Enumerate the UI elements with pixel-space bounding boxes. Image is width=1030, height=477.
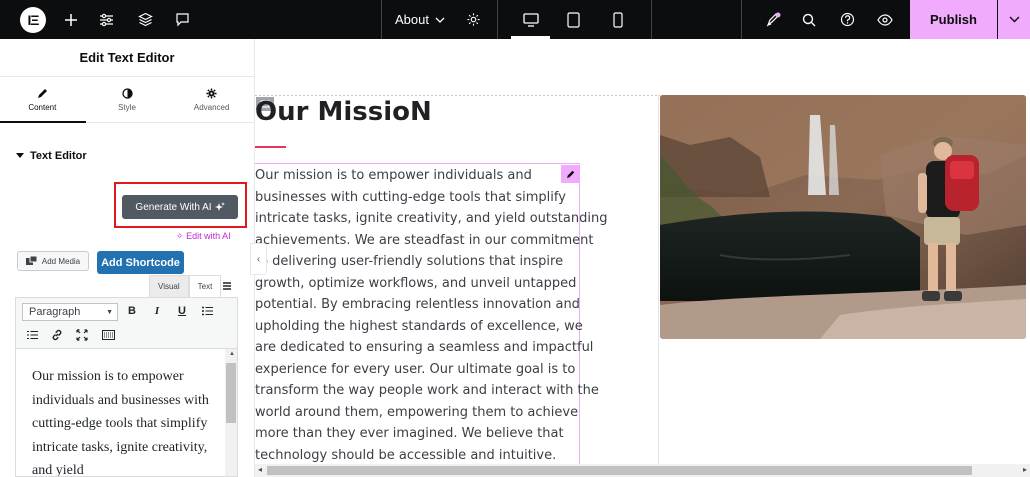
- mission-text-line: Our mission is to empower individuals an…: [255, 168, 532, 183]
- mission-text-line: transform the way people work and intera…: [255, 383, 599, 398]
- mission-text-line: businesses with cutting-edge tools that …: [255, 189, 566, 205]
- column-guide: [658, 95, 659, 477]
- bold-button[interactable]: B: [124, 303, 140, 319]
- comments-icon[interactable]: [171, 0, 193, 39]
- mission-text-line: potential. By embracing relentless innov…: [255, 297, 580, 312]
- generate-ai-label: Generate With AI: [135, 201, 212, 213]
- divider: [497, 0, 498, 39]
- editor-toolbar: Paragraph ▼ B I U: [15, 297, 238, 349]
- edit-with-ai-link[interactable]: ✧ Edit with AI: [176, 231, 231, 242]
- section-title: Text Editor: [30, 150, 87, 162]
- generate-with-ai-button[interactable]: Generate With AI: [122, 195, 238, 219]
- mission-heading[interactable]: Our MissioN: [255, 97, 432, 127]
- editor-mode-tabs: Visual Text: [149, 275, 222, 297]
- numbered-list-icon[interactable]: [24, 327, 40, 343]
- contrast-icon: [121, 87, 133, 99]
- divider: [651, 0, 652, 39]
- add-element-icon[interactable]: [60, 0, 82, 39]
- caret-down-icon: [16, 153, 24, 158]
- notifications-rocket-icon[interactable]: [762, 0, 784, 39]
- caret-down-icon: ▼: [106, 309, 113, 316]
- preview-eye-icon[interactable]: [874, 0, 896, 39]
- scroll-left-icon[interactable]: ◂: [258, 465, 262, 474]
- tab-style[interactable]: Style: [85, 77, 170, 122]
- structure-layers-icon[interactable]: [134, 0, 156, 39]
- help-icon[interactable]: [836, 0, 858, 39]
- tab-content[interactable]: Content: [0, 77, 85, 122]
- tablet-view-icon[interactable]: [562, 0, 584, 39]
- page-selector[interactable]: About: [395, 0, 445, 39]
- panel-title: Edit Text Editor: [0, 39, 254, 77]
- media-icon: [25, 256, 38, 265]
- bullet-list-icon[interactable]: [199, 303, 215, 319]
- chevron-down-icon: [435, 17, 445, 23]
- search-icon[interactable]: [798, 0, 820, 39]
- horizontal-scroll-thumb[interactable]: [267, 466, 972, 475]
- editor-content[interactable]: Our mission is to empower individuals an…: [32, 365, 212, 476]
- mission-text-line: more than they ever imagined. We believe…: [255, 426, 564, 441]
- toolbar-toggle-icon[interactable]: [217, 276, 237, 296]
- section-text-editor[interactable]: Text Editor: [0, 123, 254, 189]
- mobile-view-icon[interactable]: [607, 0, 629, 39]
- italic-button[interactable]: I: [149, 303, 165, 319]
- publish-button[interactable]: Publish: [910, 0, 997, 39]
- edit-with-ai-label: Edit with AI: [186, 231, 231, 241]
- elementor-logo-icon[interactable]: IΞ: [20, 7, 46, 33]
- mission-text-line: intricate tasks, ignite creativity, and …: [255, 211, 608, 226]
- fullscreen-icon[interactable]: [74, 327, 90, 343]
- top-bar: IΞ About Publish: [0, 0, 1030, 39]
- add-media-label: Add Media: [41, 256, 81, 266]
- hiker-waterfall-image[interactable]: [660, 95, 1026, 339]
- sparkle-icon: ✧: [176, 231, 184, 241]
- mission-text-line: world around them, empowering them to ac…: [255, 404, 579, 420]
- mission-text-line: experience for every user. Our ultimate …: [255, 361, 576, 377]
- sparkle-icon: [214, 202, 225, 211]
- tab-style-label: Style: [118, 102, 136, 112]
- tab-content-label: Content: [28, 102, 57, 112]
- tab-visual[interactable]: Visual: [149, 275, 189, 297]
- visual-editor-area[interactable]: Our mission is to empower individuals an…: [15, 349, 238, 477]
- collapse-panel-button[interactable]: ‹: [250, 243, 267, 275]
- scroll-up-icon[interactable]: ▲: [229, 351, 235, 357]
- mission-text-line: technology should be accessible and intu…: [255, 447, 557, 463]
- publish-options-button[interactable]: [998, 0, 1030, 39]
- page-settings-icon[interactable]: [462, 0, 484, 39]
- section-guide: [255, 95, 660, 96]
- horizontal-scrollbar[interactable]: ◂ ▸: [255, 464, 1030, 477]
- chevron-left-icon: ‹: [256, 253, 261, 265]
- pencil-icon: [37, 88, 47, 98]
- keyboard-toolbar-icon[interactable]: [100, 327, 116, 343]
- mission-text-line: to delivering user-friendly solutions th…: [255, 254, 564, 269]
- format-select-value: Paragraph: [29, 306, 81, 318]
- mission-text-line: are dedicated to ensuring a seamless and…: [255, 340, 594, 355]
- desktop-view-icon[interactable]: [511, 0, 550, 39]
- add-shortcode-button[interactable]: Add Shortcode: [97, 251, 184, 274]
- link-icon[interactable]: [49, 327, 65, 343]
- mission-text-line: growth, optimize workflows, and unveil u…: [255, 275, 577, 291]
- mission-text-line: upholding the highest standards of excel…: [255, 318, 583, 334]
- page-canvas: Our MissioN Our mission is to empower in…: [255, 39, 1030, 477]
- scroll-right-icon[interactable]: ▸: [1023, 465, 1027, 474]
- heading-underline: [255, 146, 286, 148]
- editor-scroll-thumb[interactable]: [226, 363, 236, 423]
- add-media-button[interactable]: Add Media: [17, 251, 89, 271]
- tab-advanced-label: Advanced: [193, 102, 230, 112]
- panel-tabs: Content Style Advanced: [0, 77, 254, 123]
- divider: [381, 0, 382, 39]
- page-name: About: [395, 12, 429, 27]
- gear-icon: [206, 87, 217, 99]
- editor-scrollbar[interactable]: ▲: [225, 349, 237, 476]
- divider: [741, 0, 742, 39]
- format-select[interactable]: Paragraph ▼: [22, 303, 118, 321]
- site-settings-icon[interactable]: [95, 0, 117, 39]
- mission-text-line: achievements. We are steadfast in our co…: [255, 232, 594, 248]
- mission-text[interactable]: Our mission is to empower individuals an…: [255, 165, 608, 466]
- chevron-down-icon: [1009, 16, 1019, 23]
- underline-button[interactable]: U: [174, 303, 190, 319]
- active-tab-indicator: [0, 121, 86, 123]
- tab-advanced[interactable]: Advanced: [169, 77, 254, 122]
